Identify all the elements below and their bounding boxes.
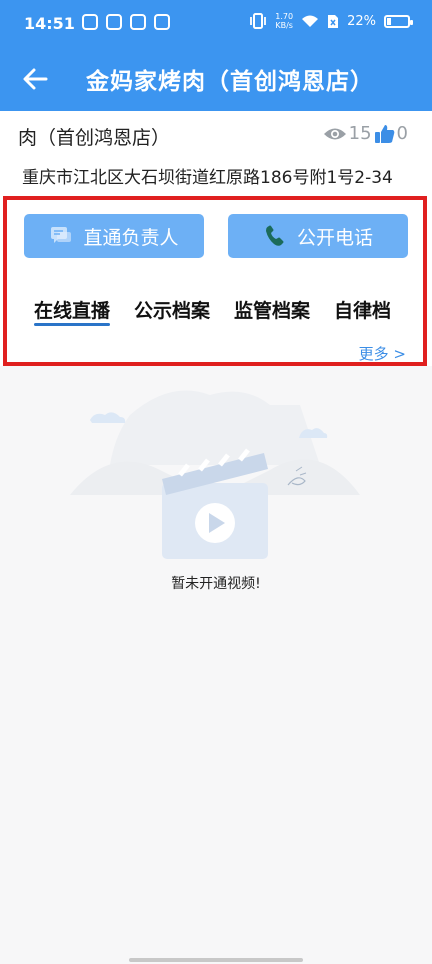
view-count: 15 bbox=[348, 123, 372, 144]
wifi-icon bbox=[302, 15, 319, 27]
page-title: 金妈家烤肉（首创鸿恩店） bbox=[86, 69, 374, 95]
empty-state-text: 暂未开通视频! bbox=[171, 576, 261, 592]
no-video-illustration bbox=[70, 390, 360, 559]
like-count: 0 bbox=[396, 123, 408, 144]
battery-icon bbox=[384, 14, 413, 28]
top-app-bar: 14:51 1.70 KB/s 22% 金妈家烤肉（首创鸿恩店） bbox=[0, 0, 432, 111]
home-indicator[interactable] bbox=[129, 958, 303, 962]
net-speed: 1.70 KB/s bbox=[275, 12, 294, 30]
sim-icon bbox=[328, 14, 339, 28]
store-address: 重庆市江北区大石坝街道红原路186号附1号2-34 bbox=[22, 168, 393, 188]
nav-bar: 金妈家烤肉（首创鸿恩店） bbox=[0, 52, 432, 111]
app-notification-icon bbox=[82, 14, 98, 30]
battery-text: 22% bbox=[347, 13, 376, 29]
eye-icon bbox=[323, 128, 346, 139]
status-right: 1.70 KB/s 22% bbox=[249, 12, 413, 30]
app-notification-icon bbox=[130, 14, 146, 30]
status-time: 14:51 bbox=[24, 14, 75, 33]
status-bar: 14:51 1.70 KB/s 22% bbox=[0, 0, 432, 52]
store-stats: 15 0 bbox=[323, 123, 408, 144]
battery-fill bbox=[387, 17, 391, 25]
store-info-card: 肉（首创鸿恩店） 15 0 重庆市江北区大石坝街道红原路186号附1号2-34 bbox=[0, 111, 432, 194]
vibrate-icon bbox=[250, 13, 267, 29]
message-notification-icon bbox=[154, 14, 170, 30]
app-notification-icon bbox=[106, 14, 122, 30]
highlight-box bbox=[3, 196, 427, 366]
store-name: 肉（首创鸿恩店） bbox=[18, 127, 171, 149]
thumbs-up-icon[interactable] bbox=[374, 124, 396, 144]
notification-icons bbox=[82, 14, 170, 30]
